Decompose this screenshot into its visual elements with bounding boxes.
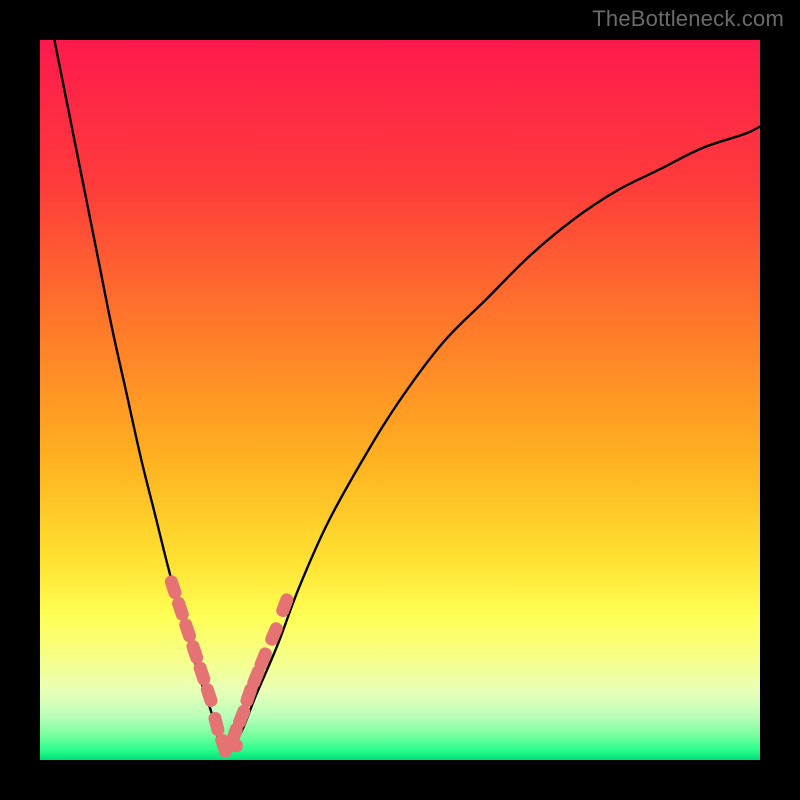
watermark-text: TheBottleneck.com: [592, 6, 784, 32]
plot-area: [40, 40, 760, 760]
chart-frame: TheBottleneck.com: [0, 0, 800, 800]
chart-svg: [40, 40, 760, 760]
